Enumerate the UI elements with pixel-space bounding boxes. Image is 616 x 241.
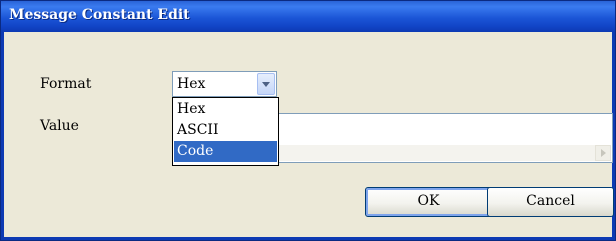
scroll-right-button[interactable]	[595, 145, 611, 161]
window-frame-bottom	[1, 237, 615, 240]
window-frame-left	[1, 32, 4, 240]
chevron-down-icon	[262, 82, 270, 87]
title-bar[interactable]: Message Constant Edit	[1, 1, 615, 32]
dialog-window: Message Constant Edit Format Hex Value H…	[0, 0, 616, 241]
format-label: Format	[40, 76, 92, 92]
value-label: Value	[40, 118, 79, 134]
format-select[interactable]: Hex	[172, 71, 277, 97]
format-select-value: Hex	[177, 76, 206, 92]
ok-button[interactable]: OK	[365, 187, 492, 217]
format-option-hex[interactable]: Hex	[174, 99, 277, 120]
cancel-button[interactable]: Cancel	[487, 187, 614, 217]
format-option-code[interactable]: Code	[174, 141, 277, 162]
format-dropdown-list: Hex ASCII Code	[172, 97, 279, 166]
format-option-ascii[interactable]: ASCII	[174, 120, 277, 141]
dropdown-arrow-button[interactable]	[257, 73, 275, 95]
dialog-title: Message Constant Edit	[9, 7, 190, 23]
arrow-right-icon	[601, 149, 606, 157]
